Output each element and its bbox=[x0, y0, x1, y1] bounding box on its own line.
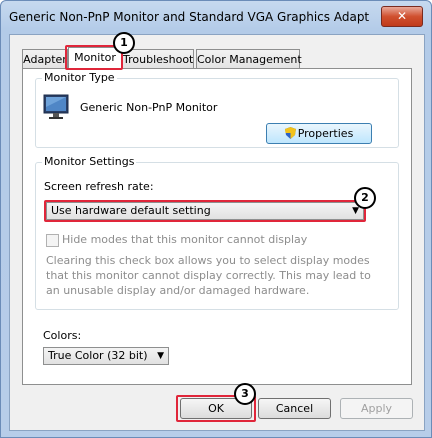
colors-label: Colors: bbox=[43, 329, 82, 342]
window-title: Generic Non-PnP Monitor and Standard VGA… bbox=[9, 10, 369, 24]
monitor-icon bbox=[43, 94, 69, 119]
annotation-badge-3: 3 bbox=[234, 383, 256, 405]
hide-modes-description: Clearing this check box allows you to se… bbox=[46, 254, 371, 297]
monitor-tab-panel: Monitor Type Generic Non-PnP Monitor Pro… bbox=[22, 68, 412, 385]
close-x-icon: ✕ bbox=[396, 9, 408, 23]
tab-troubleshoot[interactable]: Troubleshoot bbox=[122, 49, 194, 68]
apply-button[interactable]: Apply bbox=[340, 398, 413, 419]
monitor-settings-legend: Monitor Settings bbox=[42, 155, 137, 168]
uac-shield-icon bbox=[284, 127, 296, 139]
dialog-client-area: Adapter Monitor Troubleshoot Color Manag… bbox=[9, 32, 425, 431]
refresh-select-highlight bbox=[44, 200, 366, 222]
close-button[interactable]: ✕ bbox=[381, 6, 423, 27]
properties-label: Properties bbox=[297, 127, 354, 140]
hide-modes-label: Hide modes that this monitor cannot disp… bbox=[62, 233, 308, 246]
monitor-type-legend: Monitor Type bbox=[42, 71, 117, 84]
refresh-rate-label: Screen refresh rate: bbox=[44, 180, 154, 193]
annotation-badge-2: 2 bbox=[354, 187, 376, 209]
properties-dialog: Generic Non-PnP Monitor and Standard VGA… bbox=[0, 0, 432, 438]
colors-value: True Color (32 bit) bbox=[48, 349, 148, 362]
properties-button[interactable]: Properties bbox=[266, 123, 372, 144]
dropdown-arrow-icon: ▼ bbox=[157, 351, 164, 361]
annotation-badge-1: 1 bbox=[113, 32, 135, 54]
colors-select[interactable]: True Color (32 bit) ▼ bbox=[43, 347, 169, 365]
cancel-button[interactable]: Cancel bbox=[258, 398, 331, 419]
tab-adapter[interactable]: Adapter bbox=[22, 49, 68, 68]
monitor-name: Generic Non-PnP Monitor bbox=[80, 101, 218, 114]
title-bar[interactable]: Generic Non-PnP Monitor and Standard VGA… bbox=[1, 1, 431, 33]
monitor-settings-group: Monitor Settings Screen refresh rate: Us… bbox=[35, 155, 399, 310]
hide-modes-checkbox[interactable] bbox=[46, 234, 59, 247]
monitor-type-group: Monitor Type Generic Non-PnP Monitor Pro… bbox=[35, 71, 399, 148]
tab-color-management[interactable]: Color Management bbox=[196, 49, 302, 68]
